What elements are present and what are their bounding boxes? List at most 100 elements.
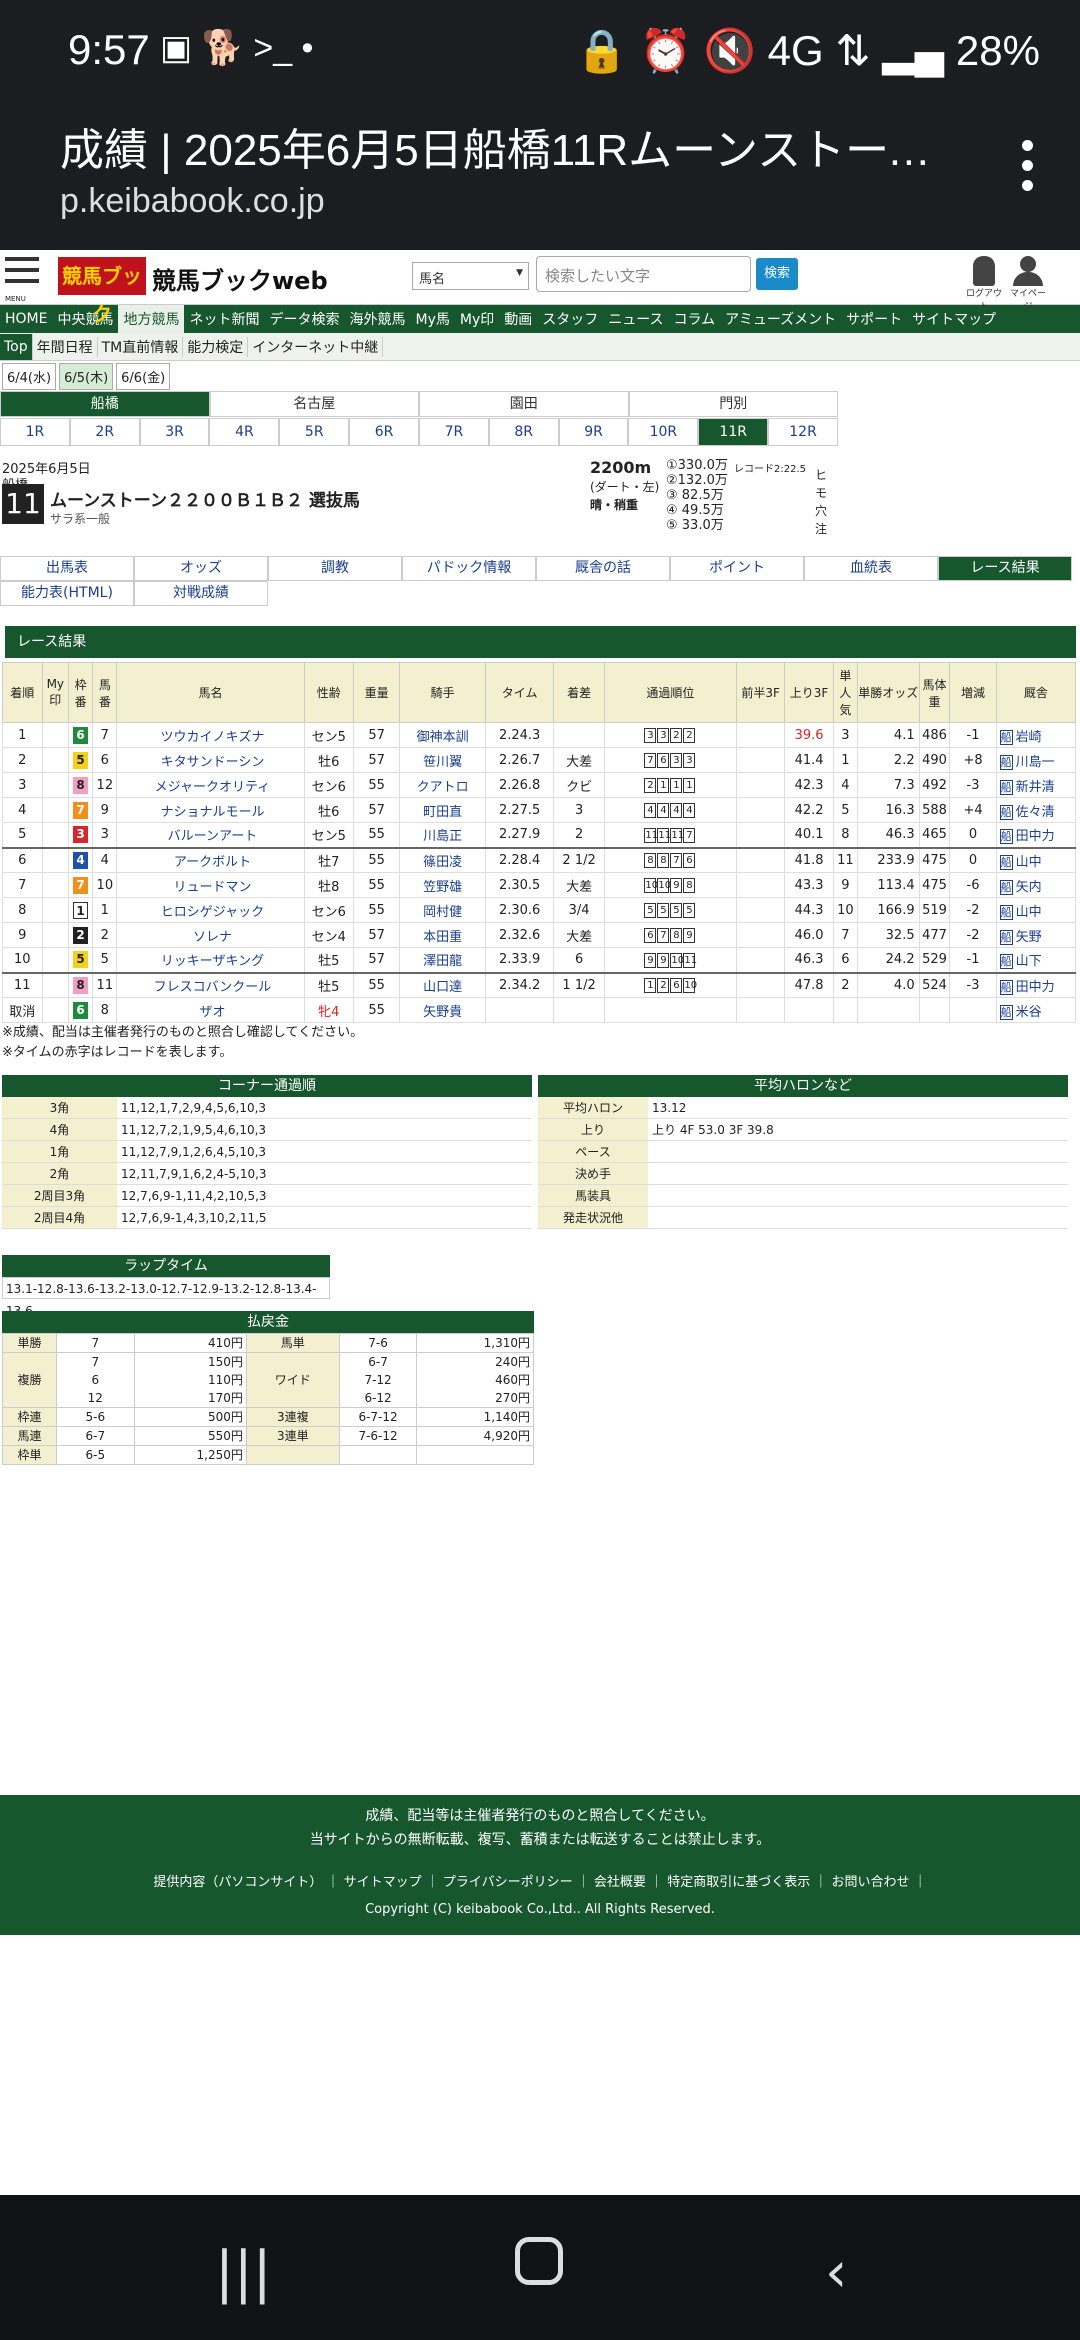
subtab-pedigree[interactable]: 血統表	[804, 556, 938, 581]
race-tab[interactable]: 2R	[69, 418, 140, 446]
race-tab[interactable]: 4R	[209, 418, 280, 446]
mypage-icon[interactable]: マイページ	[1008, 256, 1048, 312]
jockey[interactable]: クアトロ	[399, 772, 487, 798]
date-tab[interactable]: 6/4(水)	[2, 362, 57, 390]
search-type-select[interactable]: 馬名 ▼	[412, 262, 529, 290]
subnav-stream[interactable]: インターネット中継	[248, 336, 384, 357]
trainer-name[interactable]: 矢内	[1016, 880, 1042, 895]
race-tab[interactable]: 5R	[279, 418, 350, 446]
race-tab[interactable]: 8R	[488, 418, 559, 446]
date-tab-active[interactable]: 6/5(木)	[59, 362, 114, 390]
subtab-matchup[interactable]: 対戦成績	[134, 581, 268, 606]
page-title[interactable]: 成績 | 2025年6月5日船橋11Rムーンストーン…	[60, 114, 940, 178]
jockey[interactable]: 笠野雄	[399, 872, 487, 898]
nav-sitemap[interactable]: サイトマップ	[907, 309, 1001, 329]
subnav-tm[interactable]: TM直前情報	[98, 336, 184, 357]
nav-mymark[interactable]: My印	[455, 309, 499, 329]
horse-name[interactable]: フレスコバンクール	[116, 972, 305, 998]
horse-name[interactable]: リッキーザキング	[116, 947, 305, 973]
my-mark[interactable]	[41, 872, 70, 898]
jockey[interactable]: 笹川翼	[399, 747, 487, 773]
nav-support[interactable]: サポート	[841, 309, 907, 329]
horse-name[interactable]: アークボルト	[116, 847, 305, 873]
my-mark[interactable]	[41, 722, 70, 748]
race-tab[interactable]: 6R	[349, 418, 419, 446]
venue-tab[interactable]: 園田	[419, 391, 629, 417]
venue-tab[interactable]: 名古屋	[209, 391, 419, 417]
race-tab[interactable]: 7R	[418, 418, 489, 446]
race-tab[interactable]: 9R	[558, 418, 629, 446]
my-mark[interactable]	[41, 922, 70, 948]
jockey[interactable]: 本田重	[399, 922, 487, 948]
page-url[interactable]: p.keibabook.co.jp	[60, 182, 325, 221]
subtab-odds[interactable]: オッズ	[134, 556, 268, 581]
trainer[interactable]: 船新井清	[995, 772, 1077, 798]
search-button[interactable]: 検索	[756, 258, 798, 290]
jockey[interactable]: 御神本訓	[399, 722, 487, 748]
site-logo[interactable]: 競馬ブック	[58, 257, 146, 326]
footer-links[interactable]: 提供内容（パソコンサイト） ｜ サイトマップ ｜ プライバシーポリシー ｜ 会社…	[0, 1871, 1080, 1890]
jockey[interactable]: 山口達	[399, 972, 487, 998]
subtab-paddock[interactable]: パドック情報	[402, 556, 536, 581]
nav-amusement[interactable]: アミューズメント	[720, 309, 841, 329]
horse-name[interactable]: ザオ	[116, 997, 305, 1023]
nav-staff[interactable]: スタッフ	[537, 309, 603, 329]
nav-data[interactable]: データ検索	[264, 309, 344, 329]
trainer-name[interactable]: 新井清	[1016, 780, 1055, 795]
more-menu-icon[interactable]	[1022, 140, 1034, 200]
trainer[interactable]: 船山中	[995, 897, 1077, 923]
nav-column[interactable]: コラム	[669, 309, 721, 329]
jockey[interactable]: 篠田凌	[399, 847, 487, 873]
my-mark[interactable]	[41, 997, 70, 1023]
horse-name[interactable]: バルーンアート	[116, 822, 305, 848]
venue-tab[interactable]: 門別	[628, 391, 838, 417]
trainer-name[interactable]: 田中力	[1016, 980, 1055, 995]
jockey[interactable]: 町田直	[399, 797, 487, 823]
jockey[interactable]: 矢野貴	[399, 997, 487, 1023]
subtab-training[interactable]: 調教	[268, 556, 402, 581]
jockey[interactable]: 岡村健	[399, 897, 487, 923]
back-icon[interactable]: ‹	[825, 2240, 847, 2305]
trainer-name[interactable]: 矢野	[1016, 930, 1042, 945]
subnav-top[interactable]: Top	[0, 333, 33, 360]
subnav-ability[interactable]: 能力検定	[183, 336, 249, 357]
subtab-ability[interactable]: 能力表(HTML)	[0, 581, 134, 606]
subtab-result[interactable]: レース結果	[938, 556, 1072, 581]
nav-local[interactable]: 地方競馬	[118, 305, 185, 333]
my-mark[interactable]	[41, 947, 70, 973]
trainer-name[interactable]: 川島一	[1016, 755, 1055, 770]
nav-myhorse[interactable]: My馬	[410, 309, 454, 329]
home-icon[interactable]	[515, 2237, 563, 2285]
horse-name[interactable]: メジャークオリティ	[116, 772, 305, 798]
hamburger-menu-icon[interactable]: MENU	[5, 257, 39, 305]
jockey[interactable]: 澤田龍	[399, 947, 487, 973]
race-tab[interactable]: 12R	[768, 418, 838, 446]
trainer[interactable]: 船岩崎	[995, 722, 1077, 748]
trainer[interactable]: 船田中力	[995, 822, 1077, 848]
my-mark[interactable]	[41, 847, 70, 873]
trainer[interactable]: 船佐々清	[995, 797, 1077, 823]
trainer-name[interactable]: 佐々清	[1016, 805, 1055, 820]
horse-name[interactable]: リュードマン	[116, 872, 305, 898]
trainer[interactable]: 船山中	[995, 847, 1077, 873]
my-mark[interactable]	[41, 972, 70, 998]
my-mark[interactable]	[41, 772, 70, 798]
search-input[interactable]: 検索したい文字	[536, 256, 751, 292]
trainer[interactable]: 船米谷	[995, 997, 1077, 1023]
nav-video[interactable]: 動画	[499, 309, 537, 329]
subtab-point[interactable]: ポイント	[670, 556, 804, 581]
horse-name[interactable]: ナショナルモール	[116, 797, 305, 823]
nav-overseas[interactable]: 海外競馬	[344, 309, 410, 329]
subnav-schedule[interactable]: 年間日程	[33, 336, 98, 357]
recent-apps-icon[interactable]: |||	[215, 2240, 272, 2305]
trainer-name[interactable]: 山中	[1016, 855, 1042, 870]
race-tab[interactable]: 1R	[0, 418, 70, 446]
trainer-name[interactable]: 山下	[1016, 954, 1042, 969]
trainer[interactable]: 船矢内	[995, 872, 1077, 898]
my-mark[interactable]	[41, 822, 70, 848]
my-mark[interactable]	[41, 747, 70, 773]
horse-name[interactable]: ツウカイノキズナ	[116, 722, 305, 748]
trainer-name[interactable]: 岩崎	[1016, 730, 1042, 745]
subtab-stable[interactable]: 厩舎の話	[536, 556, 670, 581]
my-mark[interactable]	[41, 797, 70, 823]
